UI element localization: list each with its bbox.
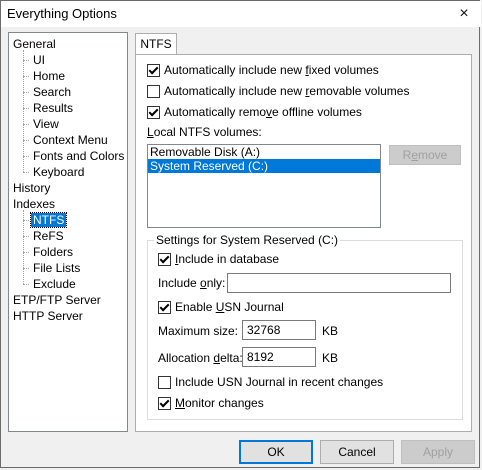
tree-item-label: History [13,181,51,195]
tree-item-history[interactable]: History [11,180,52,196]
tree-item-label: NTFS [29,212,68,228]
tree-item-label: File Lists [33,261,81,275]
volume-item-system-reserved[interactable]: System Reserved (C:) [148,159,380,173]
include-removable-checkbox[interactable]: Automatically include new removable volu… [147,83,409,99]
tree-item-indexes[interactable]: Indexes [11,196,57,212]
usn-recent-changes-checkbox[interactable]: Include USN Journal in recent changes [158,374,383,390]
tree-connector [23,284,29,285]
include-fixed-label: Automatically include new fixed volumes [164,63,379,77]
tree-item-file-lists[interactable]: File Lists [31,260,82,276]
tree-item-label: View [33,117,59,131]
tree-item-label: Folders [33,245,74,259]
remove-offline-box[interactable] [147,105,160,119]
include-in-database-box[interactable] [158,252,171,266]
volumes-listbox[interactable]: Removable Disk (A:) System Reserved (C:) [147,144,381,228]
include-removable-box[interactable] [147,84,160,98]
enable-usn-journal-box[interactable] [158,300,171,314]
window-title: Everything Options [7,6,117,21]
tree-item-ui[interactable]: UI [31,52,47,68]
tree-item-view[interactable]: View [31,116,61,132]
include-fixed-checkbox[interactable]: Automatically include new fixed volumes [147,62,379,78]
tree-item-label: HTTP Server [13,309,83,323]
options-tree[interactable]: General UI Home Search Results View Context Me… [8,32,128,432]
tree-item-search[interactable]: Search [31,84,73,100]
tree-item-folders[interactable]: Folders [31,244,75,260]
maximum-size-input[interactable]: 32768 [242,320,316,340]
tree-connector [23,210,24,284]
tree-item-label: Exclude [33,277,76,291]
tree-item-label: UI [33,53,45,67]
tree-item-home[interactable]: Home [31,68,67,84]
local-volumes-label: Local NTFS volumes: [147,125,262,139]
tree-item-label: Results [33,101,74,115]
tree-item-label: General [13,37,56,51]
volume-item-removable[interactable]: Removable Disk (A:) [148,145,380,159]
tree-item-results[interactable]: Results [31,100,75,116]
apply-button[interactable]: Apply [401,440,475,464]
tree-item-etp-ftp-server[interactable]: ETP/FTP Server [11,292,103,308]
ok-button[interactable]: OK [239,440,313,464]
tree-item-label: Fonts and Colors [33,149,125,163]
usn-recent-changes-box[interactable] [158,375,171,389]
tree-item-label: Indexes [13,197,56,211]
tree-item-label: ETP/FTP Server [13,293,101,307]
maximum-size-unit: KB [322,324,339,338]
remove-offline-label: Automatically remove offline volumes [164,105,362,119]
tree-item-label: Context Menu [33,133,108,147]
cancel-button[interactable]: Cancel [320,440,394,464]
include-only-input[interactable] [227,273,451,293]
maximum-size-label: Maximum size: [158,324,239,338]
include-only-label: Include only: [158,276,226,290]
settings-group-label: Settings for System Reserved (C:) [154,233,341,247]
tree-item-label: Home [33,69,66,83]
title-bar[interactable]: Everything Options × [1,1,481,27]
allocation-delta-input[interactable]: 8192 [242,347,316,367]
monitor-changes-box[interactable] [158,396,171,410]
allocation-delta-unit: KB [322,351,339,365]
tree-item-label: Keyboard [33,165,85,179]
tree-item-label: ReFS [33,229,64,243]
close-icon[interactable]: × [447,1,481,27]
enable-usn-journal-checkbox[interactable]: Enable USN Journal [158,299,284,315]
enable-usn-journal-label: Enable USN Journal [175,300,284,314]
remove-offline-checkbox[interactable]: Automatically remove offline volumes [147,104,362,120]
usn-recent-changes-label: Include USN Journal in recent changes [175,375,384,389]
monitor-changes-checkbox[interactable]: Monitor changes [158,395,264,411]
tree-connector [23,50,24,172]
include-in-database-label: Include in database [175,252,280,266]
tree-item-exclude[interactable]: Exclude [31,276,78,292]
allocation-delta-label: Allocation delta: [158,351,243,365]
include-in-database-checkbox[interactable]: Include in database [158,251,279,267]
monitor-changes-label: Monitor changes [175,396,264,410]
tab-ntfs[interactable]: NTFS [135,33,177,55]
include-removable-label: Automatically include new removable volu… [164,84,410,98]
tree-connector [23,172,29,173]
tree-item-label: Search [33,85,72,99]
tree-item-fonts-and-colors[interactable]: Fonts and Colors [31,148,126,164]
tree-item-context-menu[interactable]: Context Menu [31,132,110,148]
tree-item-ntfs[interactable]: NTFS [29,212,68,228]
tree-item-http-server[interactable]: HTTP Server [11,308,85,324]
tree-item-general[interactable]: General [11,36,58,52]
tree-item-refs[interactable]: ReFS [31,228,66,244]
tree-item-keyboard[interactable]: Keyboard [31,164,86,180]
remove-button[interactable]: Re move [389,145,461,165]
include-fixed-box[interactable] [147,63,160,77]
